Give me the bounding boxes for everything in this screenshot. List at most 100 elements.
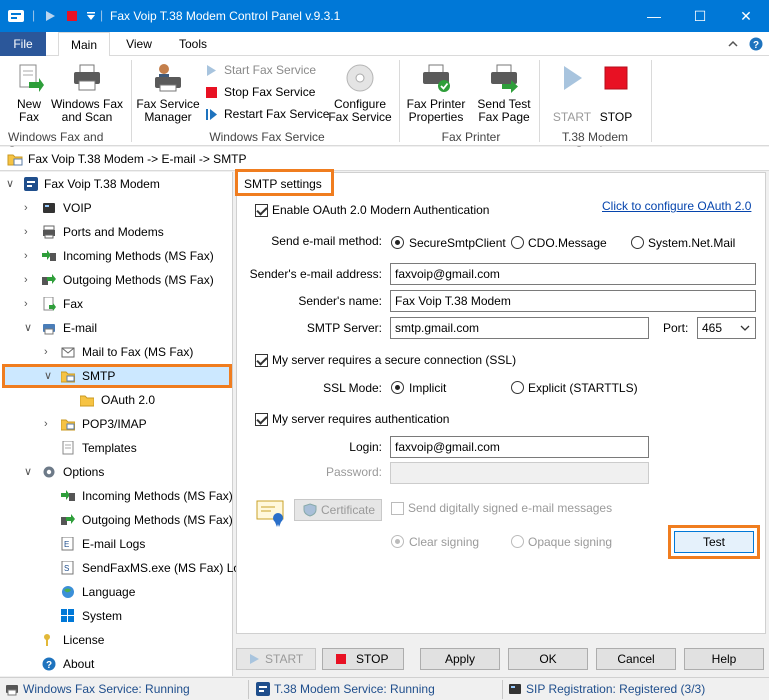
certificate-button[interactable]: Certificate bbox=[294, 499, 382, 521]
method-systemnetmail-radio[interactable] bbox=[631, 236, 644, 249]
new-fax-button[interactable]: New Fax bbox=[8, 62, 50, 124]
ribbon-divider bbox=[651, 60, 652, 142]
ssl-implicit-radio[interactable] bbox=[391, 381, 404, 394]
ssl-explicit-radio[interactable] bbox=[511, 381, 524, 394]
method-cdo-radio[interactable] bbox=[511, 236, 524, 249]
tree-item-about-label: About bbox=[63, 657, 95, 671]
tree-item-pop3-label: POP3/IMAP bbox=[82, 417, 147, 431]
login-input[interactable]: faxvoip@gmail.com bbox=[390, 436, 649, 458]
quick-access-dropdown-icon[interactable] bbox=[86, 11, 96, 21]
collapse-ribbon-icon[interactable] bbox=[727, 38, 739, 50]
clear-signing-label: Clear signing bbox=[409, 535, 480, 549]
stop-t38-button[interactable]: STOP bbox=[596, 62, 636, 124]
fax-printer-properties-label-1: Fax Printer bbox=[406, 97, 466, 111]
tab-tools[interactable]: Tools bbox=[170, 32, 216, 56]
start-button[interactable]: START bbox=[236, 648, 316, 670]
password-label: Password: bbox=[325, 465, 382, 479]
folder-icon bbox=[80, 395, 94, 407]
configure-fax-service-label-1: Configure bbox=[333, 97, 387, 111]
window-title: Fax Voip T.38 Modem Control Panel v.9.3.… bbox=[110, 9, 341, 23]
method-securesmtpclient-radio[interactable] bbox=[391, 236, 404, 249]
cancel-button[interactable]: Cancel bbox=[596, 648, 676, 670]
folder-mail-icon bbox=[61, 419, 75, 431]
test-button[interactable]: Test bbox=[674, 531, 754, 553]
stop-button[interactable]: STOP bbox=[322, 648, 404, 670]
restart-fax-service-button[interactable]: Restart Fax Service bbox=[206, 104, 329, 124]
ribbon-divider bbox=[539, 60, 540, 142]
send-test-fax-page-label-2: Fax Page bbox=[478, 110, 530, 124]
key-icon bbox=[44, 634, 50, 646]
opaque-signing-radio[interactable] bbox=[511, 535, 524, 548]
fax-service-status-icon bbox=[6, 685, 18, 696]
menu-file[interactable]: File bbox=[0, 32, 46, 56]
play-icon bbox=[250, 654, 259, 664]
play-icon bbox=[564, 66, 582, 90]
play-icon bbox=[207, 65, 216, 76]
maximize-icon[interactable]: ☐ bbox=[690, 6, 710, 26]
email-printer-icon bbox=[43, 324, 55, 335]
enable-oauth-checkbox[interactable] bbox=[255, 204, 268, 217]
fax-service-status: Windows Fax Service: Running bbox=[23, 682, 190, 696]
new-fax-label-2: Fax bbox=[18, 110, 39, 124]
stop-icon bbox=[604, 66, 628, 90]
chevron-down-icon bbox=[740, 325, 750, 331]
fax-app-icon bbox=[8, 10, 24, 22]
tree-item-smtp-label: SMTP bbox=[82, 369, 116, 383]
tree-item-email-label: E-mail bbox=[63, 321, 98, 335]
fax-service-manager-label-1: Fax Service bbox=[136, 97, 200, 111]
start-fax-service-button[interactable]: Start Fax Service bbox=[206, 60, 316, 80]
help-icon[interactable]: ? bbox=[749, 37, 763, 51]
start-t38-button[interactable]: START bbox=[552, 62, 592, 124]
sender-name-input[interactable]: Fax Voip T.38 Modem bbox=[390, 290, 756, 312]
configure-fax-service-button[interactable]: Configure Fax Service bbox=[326, 62, 394, 124]
tree-item-system-label: System bbox=[82, 609, 123, 623]
fax-service-manager-button[interactable]: Fax Service Manager bbox=[136, 62, 200, 124]
shield-icon bbox=[303, 503, 317, 517]
ssl-required-checkbox[interactable] bbox=[255, 354, 268, 367]
start-t38-label: START bbox=[552, 110, 592, 124]
help-button[interactable]: Help bbox=[684, 648, 764, 670]
sign-messages-label: Send digitally signed e-mail messages bbox=[408, 501, 613, 515]
auth-required-label: My server requires authentication bbox=[272, 412, 450, 426]
clear-signing-radio[interactable] bbox=[391, 535, 404, 548]
minimize-icon[interactable]: — bbox=[644, 6, 664, 26]
ribbon-divider bbox=[399, 60, 400, 142]
printer-properties-icon bbox=[423, 64, 450, 92]
smtp-server-input[interactable]: smtp.gmail.com bbox=[390, 317, 649, 339]
certificate-icon bbox=[256, 500, 284, 527]
password-input[interactable] bbox=[390, 462, 649, 484]
tree-item-email-logs-label: E-mail Logs bbox=[82, 537, 146, 551]
ribbon: New Fax Windows Fax and Scan Windows Fax… bbox=[0, 56, 769, 158]
send-test-fax-page-button[interactable]: Send Test Fax Page bbox=[472, 62, 536, 124]
tab-main[interactable]: Main bbox=[58, 32, 110, 57]
play-icon[interactable] bbox=[44, 10, 56, 22]
port-value: 465 bbox=[702, 321, 723, 335]
stop-fax-service-button[interactable]: Stop Fax Service bbox=[206, 82, 315, 102]
configure-oauth-link[interactable]: Click to configure OAuth 2.0 bbox=[602, 198, 751, 214]
stop-icon[interactable] bbox=[66, 10, 78, 22]
svg-text:S: S bbox=[64, 564, 69, 573]
breadcrumb: Fax Voip T.38 Modem -> E-mail -> SMTP bbox=[0, 147, 769, 171]
svg-text:?: ? bbox=[46, 660, 52, 671]
sender-email-input[interactable]: faxvoip@gmail.com bbox=[390, 263, 756, 285]
ok-button[interactable]: OK bbox=[508, 648, 588, 670]
disc-icon bbox=[346, 64, 374, 92]
sign-messages-checkbox[interactable] bbox=[391, 502, 404, 515]
enable-oauth-label: Enable OAuth 2.0 Modern Authentication bbox=[272, 203, 490, 217]
template-icon bbox=[62, 441, 74, 455]
log-icon: E bbox=[61, 537, 74, 551]
sip-registration-status: SIP Registration: Registered (3/3) bbox=[526, 682, 706, 696]
apply-button[interactable]: Apply bbox=[420, 648, 500, 670]
auth-required-checkbox[interactable] bbox=[255, 413, 268, 426]
smtp-settings-title: SMTP settings bbox=[235, 169, 334, 196]
phone-icon bbox=[43, 203, 55, 213]
t38-status-icon bbox=[256, 682, 270, 696]
close-icon[interactable]: ✕ bbox=[736, 6, 756, 26]
windows-fax-scan-button[interactable]: Windows Fax and Scan bbox=[50, 62, 124, 124]
folder-mail-icon bbox=[7, 154, 23, 166]
stop-icon bbox=[336, 654, 346, 664]
envelope-icon bbox=[61, 347, 75, 358]
tab-view[interactable]: View bbox=[118, 32, 160, 56]
fax-printer-properties-button[interactable]: Fax Printer Properties bbox=[404, 62, 468, 124]
fax-app-icon bbox=[24, 177, 38, 191]
